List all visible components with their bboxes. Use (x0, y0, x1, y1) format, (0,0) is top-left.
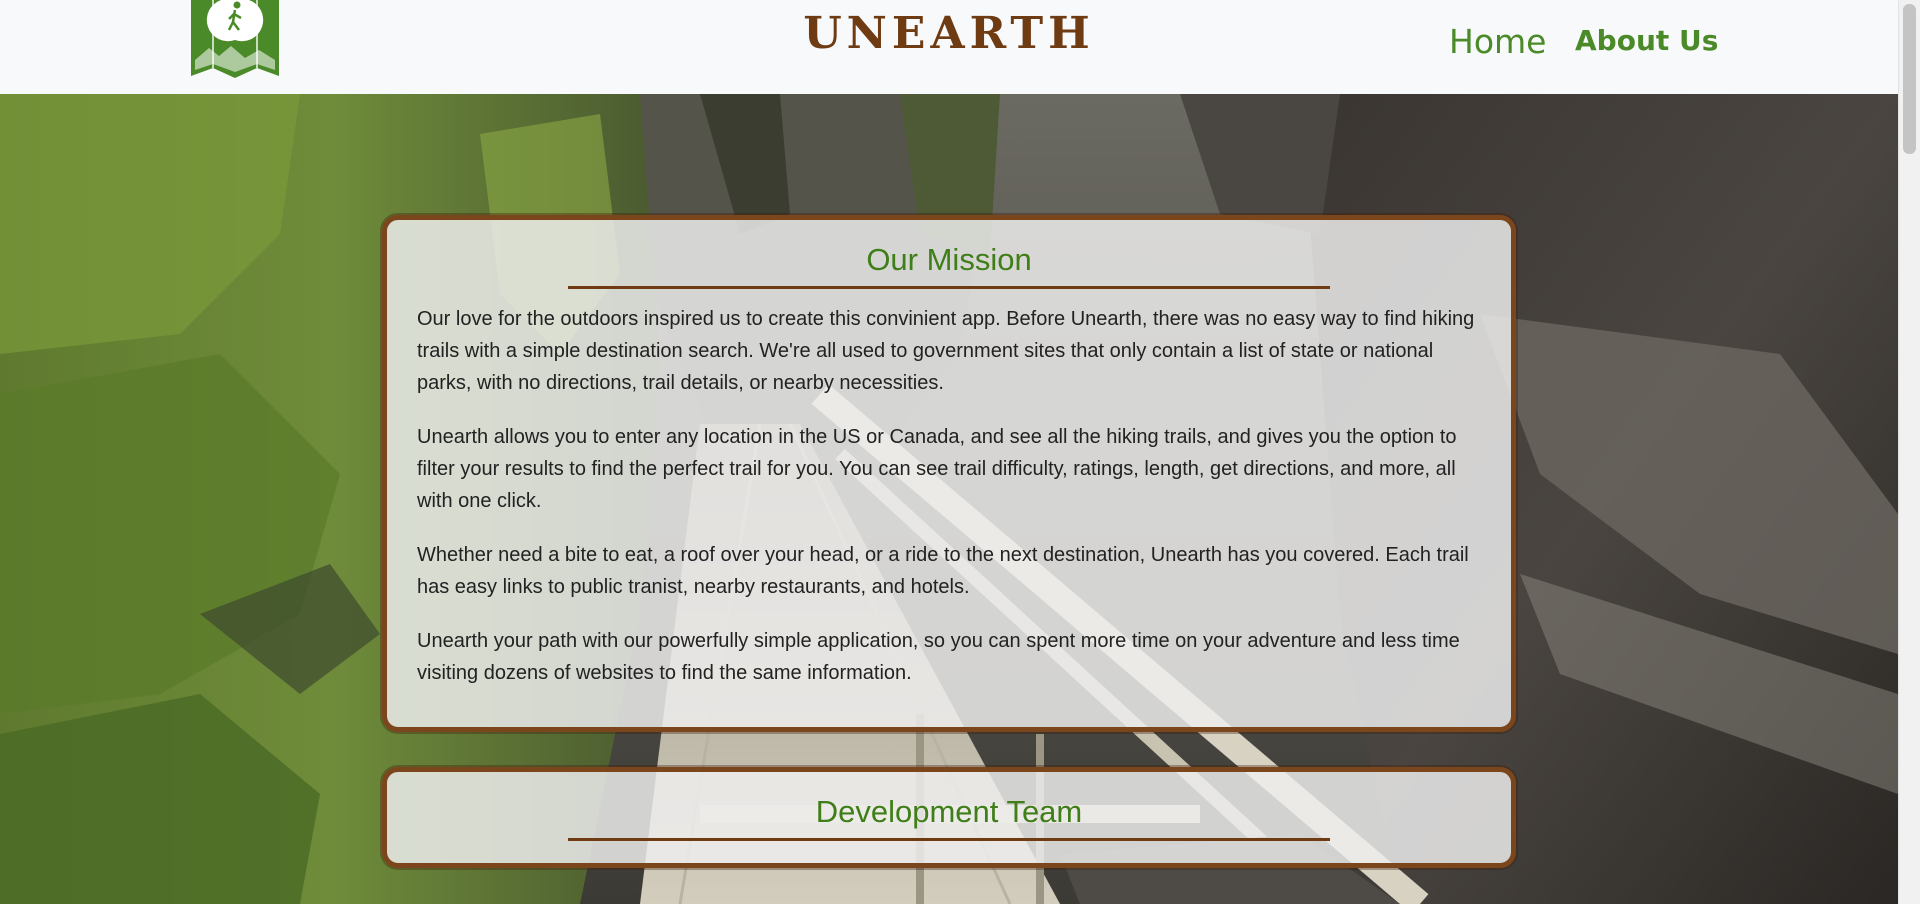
page-scrollbar[interactable] (1898, 0, 1920, 904)
nav-about-link[interactable]: About Us (1575, 24, 1718, 57)
mission-card: Our Mission Our love for the outdoors in… (382, 215, 1516, 732)
mission-body: Our love for the outdoors inspired us to… (387, 289, 1511, 689)
mission-paragraph: Our love for the outdoors inspired us to… (417, 308, 1475, 394)
team-title-divider (568, 838, 1330, 841)
team-title: Development Team (815, 794, 1083, 829)
mission-title: Our Mission (866, 242, 1032, 277)
mission-paragraph: Whether need a bite to eat, a roof over … (417, 544, 1469, 598)
mission-paragraph: Unearth allows you to enter any location… (417, 426, 1457, 512)
team-card: Development Team (382, 767, 1516, 868)
scrollbar-thumb[interactable] (1903, 4, 1916, 154)
mission-paragraph: Unearth your path with our powerfully si… (417, 630, 1460, 684)
nav-home-link[interactable]: Home (1449, 22, 1546, 61)
navbar: UNEARTH Home About Us (0, 0, 1898, 94)
